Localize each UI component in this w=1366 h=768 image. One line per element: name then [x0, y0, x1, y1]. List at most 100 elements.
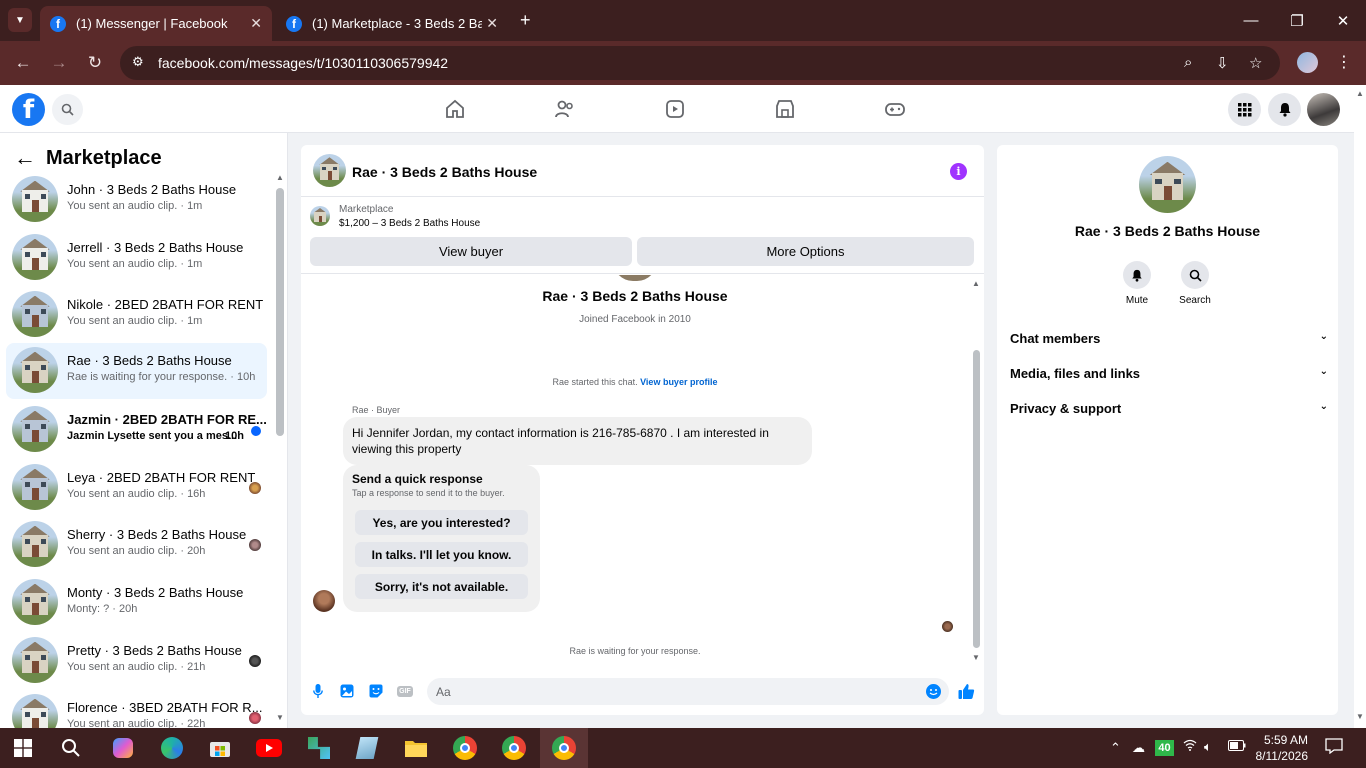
- more-options-button[interactable]: More Options: [637, 237, 974, 266]
- microphone-icon[interactable]: [310, 683, 326, 699]
- back-arrow-icon[interactable]: ←: [14, 145, 36, 171]
- quick-response-button[interactable]: Sorry, it's not available.: [355, 574, 528, 599]
- tab-search-chevron-icon[interactable]: ▼: [8, 8, 32, 32]
- chat-list-scrollbar[interactable]: [276, 188, 284, 436]
- chat-item[interactable]: Sherry · 3 Beds 2 Baths House You sent a…: [6, 517, 267, 573]
- new-tab-plus-icon[interactable]: +: [520, 10, 531, 31]
- chat-preview: You sent an audio clip. · 22h: [67, 718, 206, 728]
- tab-close-icon[interactable]: ✕: [486, 15, 498, 32]
- chrome-profile-icon[interactable]: [501, 735, 527, 761]
- view-buyer-profile-link[interactable]: View buyer profile: [640, 377, 717, 387]
- chat-item[interactable]: Nikole · 2BED 2BATH FOR RENT You sent an…: [6, 287, 267, 343]
- friends-icon[interactable]: [551, 95, 579, 123]
- copilot-icon[interactable]: [110, 735, 136, 761]
- like-thumb-icon[interactable]: [957, 682, 975, 700]
- battery-icon[interactable]: [1228, 739, 1246, 754]
- listing-avatar[interactable]: [313, 154, 346, 187]
- chrome-active-icon[interactable]: [551, 735, 577, 761]
- minimize-icon[interactable]: —: [1228, 0, 1274, 41]
- url-box[interactable]: ⚙ facebook.com/messages/t/10301103065799…: [120, 46, 1280, 80]
- browser-menu-icon[interactable]: ⋮: [1336, 52, 1352, 72]
- spreadsheet-app-icon[interactable]: [306, 735, 332, 761]
- scroll-up-arrow-icon[interactable]: ▲: [1356, 89, 1364, 98]
- gaming-icon[interactable]: [881, 95, 909, 123]
- notifications-bell-icon[interactable]: [1268, 93, 1301, 126]
- privacy-support-section[interactable]: Privacy & support ⌄: [1010, 401, 1328, 416]
- chat-preview: Jazmin Lysette sent you a mes...: [67, 430, 238, 442]
- back-arrow-icon[interactable]: ←: [11, 51, 35, 75]
- facebook-logo-icon[interactable]: f: [12, 93, 45, 126]
- mute-button[interactable]: Mute: [1107, 261, 1167, 306]
- windows-start-icon[interactable]: [10, 735, 36, 761]
- scroll-down-arrow-icon[interactable]: ▼: [1356, 712, 1364, 721]
- reload-icon[interactable]: ↻: [83, 51, 107, 75]
- notification-center-icon[interactable]: [1325, 738, 1343, 759]
- emoji-icon[interactable]: [926, 684, 941, 699]
- onedrive-cloud-icon[interactable]: ☁: [1132, 740, 1145, 756]
- marketplace-icon[interactable]: [771, 95, 799, 123]
- file-explorer-icon[interactable]: [403, 735, 429, 761]
- conversation-title[interactable]: Rae · 3 Beds 2 Baths House: [352, 164, 537, 180]
- scroll-up-arrow-icon[interactable]: ▲: [972, 279, 980, 288]
- listing-avatar: [12, 694, 58, 728]
- menu-grid-icon[interactable]: [1228, 93, 1261, 126]
- account-avatar[interactable]: [1307, 93, 1340, 126]
- tab-marketplace[interactable]: f (1) Marketplace - 3 Beds 2 Bath ✕: [276, 6, 508, 41]
- search-icon[interactable]: [58, 735, 84, 761]
- youtube-icon[interactable]: [256, 735, 282, 761]
- volume-icon[interactable]: 🔈︎: [1204, 739, 1212, 755]
- forward-arrow-icon[interactable]: →: [47, 51, 71, 75]
- tab-messenger[interactable]: f (1) Messenger | Facebook ✕: [40, 6, 272, 41]
- sender-avatar[interactable]: [313, 590, 335, 612]
- chat-item[interactable]: Jerrell · 3 Beds 2 Baths House You sent …: [6, 230, 267, 286]
- url-text[interactable]: facebook.com/messages/t/1030110306579942: [158, 55, 448, 71]
- chat-name: Jazmin · 2BED 2BATH FOR RE...: [67, 412, 267, 427]
- chevron-down-icon: ⌄: [1319, 401, 1328, 412]
- chat-item[interactable]: John · 3 Beds 2 Baths House You sent an …: [6, 172, 267, 228]
- sticker-icon[interactable]: [368, 683, 384, 699]
- chrome-icon[interactable]: [452, 735, 478, 761]
- chat-item[interactable]: Florence · 3BED 2BATH FOR R... You sent …: [6, 690, 267, 728]
- window-close-icon[interactable]: ✕: [1320, 0, 1366, 41]
- gif-icon[interactable]: GIF: [397, 683, 413, 699]
- site-settings-icon[interactable]: ⚙: [132, 54, 144, 70]
- message-input[interactable]: [427, 678, 949, 705]
- notepad-icon[interactable]: [354, 735, 380, 761]
- install-app-icon[interactable]: ⇩: [1216, 54, 1229, 72]
- chat-members-section[interactable]: Chat members ⌄: [1010, 331, 1328, 346]
- scroll-down-arrow-icon[interactable]: ▼: [276, 713, 284, 722]
- info-icon[interactable]: i: [950, 163, 967, 180]
- chat-item[interactable]: Pretty · 3 Beds 2 Baths House You sent a…: [6, 633, 267, 689]
- view-buyer-button[interactable]: View buyer: [310, 237, 632, 266]
- tab-close-icon[interactable]: ✕: [250, 15, 262, 32]
- system-clock[interactable]: 5:59 AM 8/11/2026: [1253, 732, 1309, 764]
- photo-icon[interactable]: [339, 683, 355, 699]
- thread-scrollbar[interactable]: [973, 350, 980, 648]
- bookmark-star-icon[interactable]: ☆: [1249, 54, 1262, 72]
- search-icon[interactable]: [52, 94, 83, 125]
- search-in-chat-button[interactable]: Search: [1165, 261, 1225, 306]
- chat-item[interactable]: Jazmin · 2BED 2BATH FOR RE... Jazmin Lys…: [6, 402, 267, 458]
- profile-avatar-icon[interactable]: [1297, 52, 1318, 73]
- browser-tabbar: ▼ f (1) Messenger | Facebook ✕ f (1) Mar…: [0, 0, 1366, 41]
- listing-avatar-large: [1139, 156, 1196, 213]
- video-icon[interactable]: [661, 95, 689, 123]
- chat-item-selected[interactable]: Rae · 3 Beds 2 Baths House Rae is waitin…: [6, 343, 267, 399]
- edge-browser-icon[interactable]: [159, 735, 185, 761]
- scroll-down-arrow-icon[interactable]: ▼: [972, 653, 980, 662]
- quick-response-button[interactable]: Yes, are you interested?: [355, 510, 528, 535]
- home-icon[interactable]: [441, 95, 469, 123]
- media-files-links-section[interactable]: Media, files and links ⌄: [1010, 366, 1328, 381]
- wifi-icon[interactable]: [1183, 739, 1197, 754]
- chat-item[interactable]: Leya · 2BED 2BATH FOR RENT You sent an a…: [6, 460, 267, 516]
- page-scrollbar[interactable]: ▲ ▼: [1354, 85, 1366, 728]
- chat-item[interactable]: Monty · 3 Beds 2 Baths House Monty: ? · …: [6, 575, 267, 631]
- quick-response-button[interactable]: In talks. I'll let you know.: [355, 542, 528, 567]
- show-hidden-icons-chevron-icon[interactable]: ⌃: [1110, 740, 1121, 756]
- zoom-icon[interactable]: ⌕: [1184, 54, 1192, 71]
- scroll-up-arrow-icon[interactable]: ▲: [276, 173, 284, 182]
- listing-price-title[interactable]: $1,200 – 3 Beds 2 Baths House: [339, 218, 480, 229]
- weather-badge[interactable]: 40: [1155, 740, 1174, 756]
- restore-icon[interactable]: ❐: [1274, 0, 1320, 41]
- store-icon[interactable]: [207, 735, 233, 761]
